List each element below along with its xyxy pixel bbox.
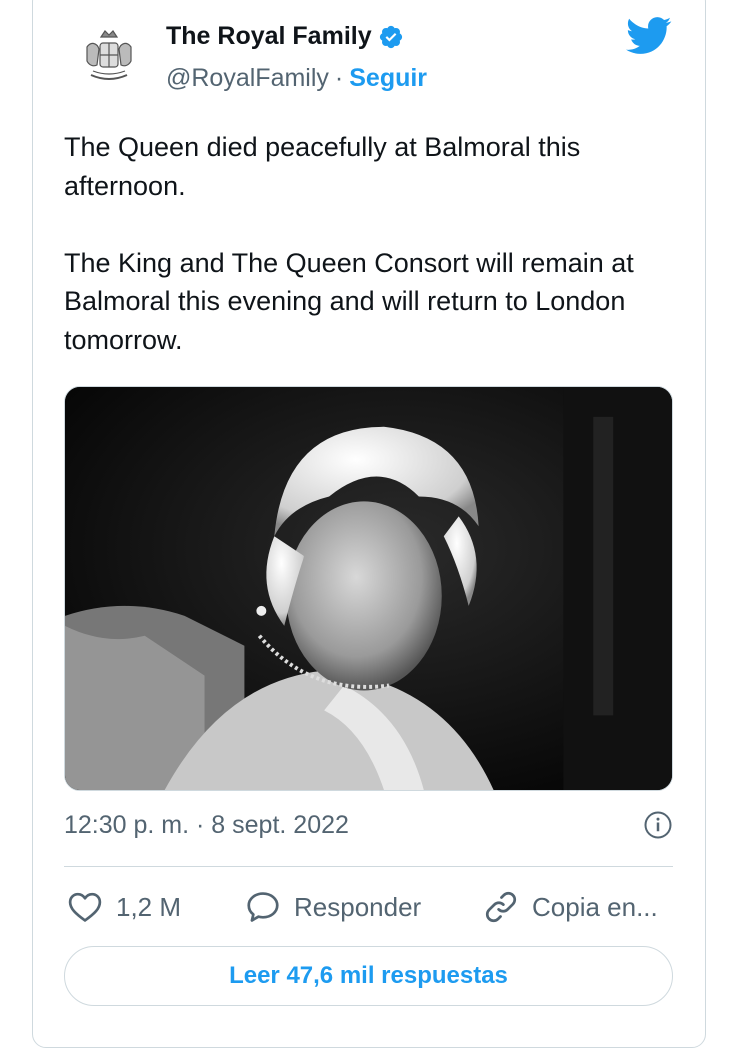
heart-icon <box>68 892 102 922</box>
like-count: 1,2 M <box>116 891 182 922</box>
tweet-meta: 12:30 p. m. · 8 sept. 2022 <box>64 810 673 840</box>
follow-button[interactable]: Seguir <box>349 64 427 93</box>
twitter-bird-icon[interactable] <box>626 16 672 56</box>
tweet-paragraph-1: The Queen died peacefully at Balmoral th… <box>64 132 581 201</box>
author-avatar[interactable] <box>70 18 148 96</box>
verified-badge-icon <box>379 25 402 48</box>
read-replies-button[interactable]: Leer 47,6 mil respuestas <box>64 946 673 1006</box>
meta-divider <box>64 866 673 867</box>
tweet-photo[interactable] <box>64 386 673 791</box>
copy-link-button[interactable]: Copia en... <box>482 884 658 930</box>
handle-separator: · <box>334 64 344 92</box>
tweet-paragraph-2: The King and The Queen Consort will rema… <box>64 247 634 355</box>
link-icon <box>485 891 517 923</box>
tweet-text: The Queen died peacefully at Balmoral th… <box>64 128 674 359</box>
author-handle[interactable]: @RoyalFamily <box>166 64 329 93</box>
coat-of-arms-icon <box>86 30 132 80</box>
reply-bubble-icon <box>247 892 279 922</box>
like-button[interactable]: 1,2 M <box>66 884 181 930</box>
author-display-name[interactable]: The Royal Family <box>166 22 372 51</box>
author-name-row: The Royal Family <box>166 22 404 51</box>
info-icon[interactable] <box>643 810 673 840</box>
queen-portrait-image <box>65 387 672 790</box>
reply-button[interactable]: Responder <box>244 884 421 930</box>
author-handle-row: @RoyalFamily · Seguir <box>166 64 427 93</box>
tweet-actions: 1,2 M Responder Copia en... <box>64 884 676 930</box>
reply-label: Responder <box>294 891 422 922</box>
tweet-timestamp[interactable]: 12:30 p. m. · 8 sept. 2022 <box>64 811 349 840</box>
copy-link-label: Copia en... <box>532 891 658 922</box>
